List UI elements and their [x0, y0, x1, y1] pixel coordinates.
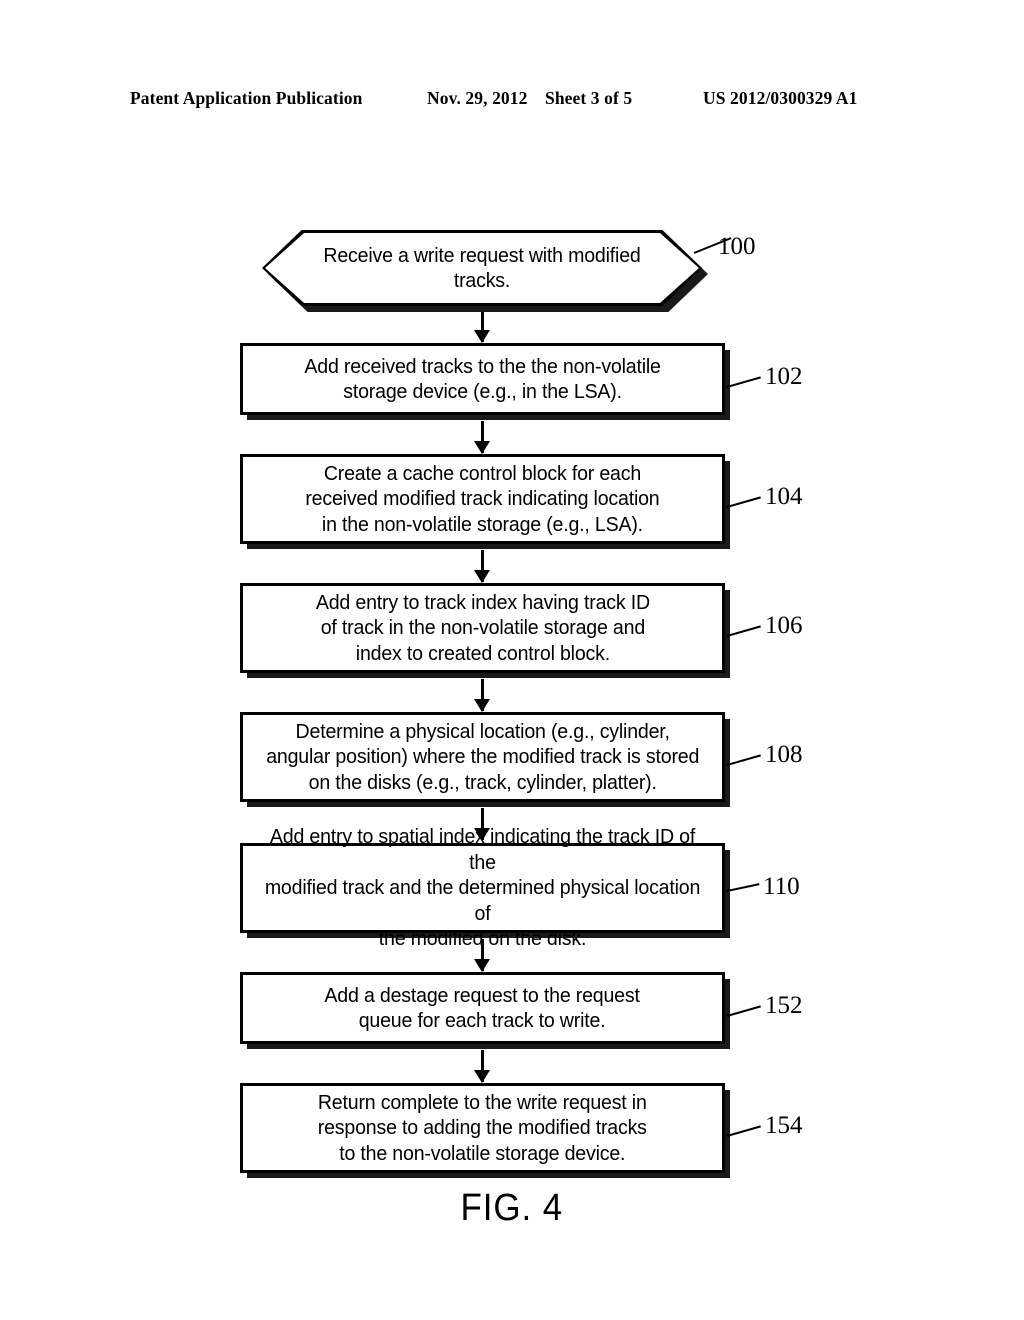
connector-104-to-106 — [480, 550, 484, 582]
leader-line-102 — [726, 376, 761, 388]
flow-node-110: Add entry to spatial index indicating th… — [240, 825, 725, 950]
flow-node-154-text: Return complete to the write request in … — [317, 1090, 648, 1165]
flow-node-152-text: Add a destage request to the request que… — [324, 983, 641, 1033]
flow-node-110-text: Add entry to spatial index indicating th… — [264, 825, 701, 951]
leader-line-152 — [726, 1005, 761, 1017]
reference-numeral-154: 154 — [765, 1112, 803, 1139]
flowchart-diagram: Receive a write request with modified tr… — [0, 0, 1024, 1320]
connector-110-to-152 — [480, 939, 484, 971]
leader-line-104 — [726, 496, 761, 508]
connector-100-to-102 — [480, 312, 484, 342]
flow-node-152: Add a destage request to the request que… — [240, 972, 725, 1044]
flow-node-104: Create a cache control block for each re… — [240, 454, 725, 544]
leader-line-154 — [726, 1125, 761, 1137]
reference-numeral-152: 152 — [765, 992, 803, 1019]
flow-node-108: Determine a physical location (e.g., cyl… — [240, 712, 725, 802]
figure-caption-text: FIG. 4 — [460, 1187, 564, 1229]
flow-node-100-text: Receive a write request with modified tr… — [323, 243, 641, 293]
leader-line-106 — [726, 625, 761, 637]
leader-line-110 — [726, 883, 760, 892]
flow-node-106: Add entry to track index having track ID… — [240, 583, 725, 673]
reference-numeral-106: 106 — [765, 612, 803, 639]
flow-node-100: Receive a write request with modified tr… — [262, 230, 708, 312]
flow-node-102: Add received tracks to the the non-volat… — [240, 343, 725, 415]
reference-numeral-100: 100 — [718, 233, 756, 260]
reference-numeral-104: 104 — [765, 483, 803, 510]
flow-node-154: Return complete to the write request in … — [240, 1083, 725, 1173]
flow-node-108-text: Determine a physical location (e.g., cyl… — [266, 719, 699, 794]
figure-caption: FIG. 4 — [0, 1186, 1024, 1230]
reference-numeral-110: 110 — [763, 873, 800, 900]
flow-node-102-text: Add received tracks to the the non-volat… — [304, 354, 661, 404]
reference-numeral-108: 108 — [765, 741, 803, 768]
connector-102-to-104 — [480, 421, 484, 453]
leader-line-108 — [726, 754, 761, 766]
flow-node-106-text: Add entry to track index having track ID… — [315, 590, 650, 665]
reference-numeral-102: 102 — [765, 363, 803, 390]
flow-node-104-text: Create a cache control block for each re… — [305, 461, 660, 536]
connector-152-to-154 — [480, 1050, 484, 1082]
connector-106-to-108 — [480, 679, 484, 711]
